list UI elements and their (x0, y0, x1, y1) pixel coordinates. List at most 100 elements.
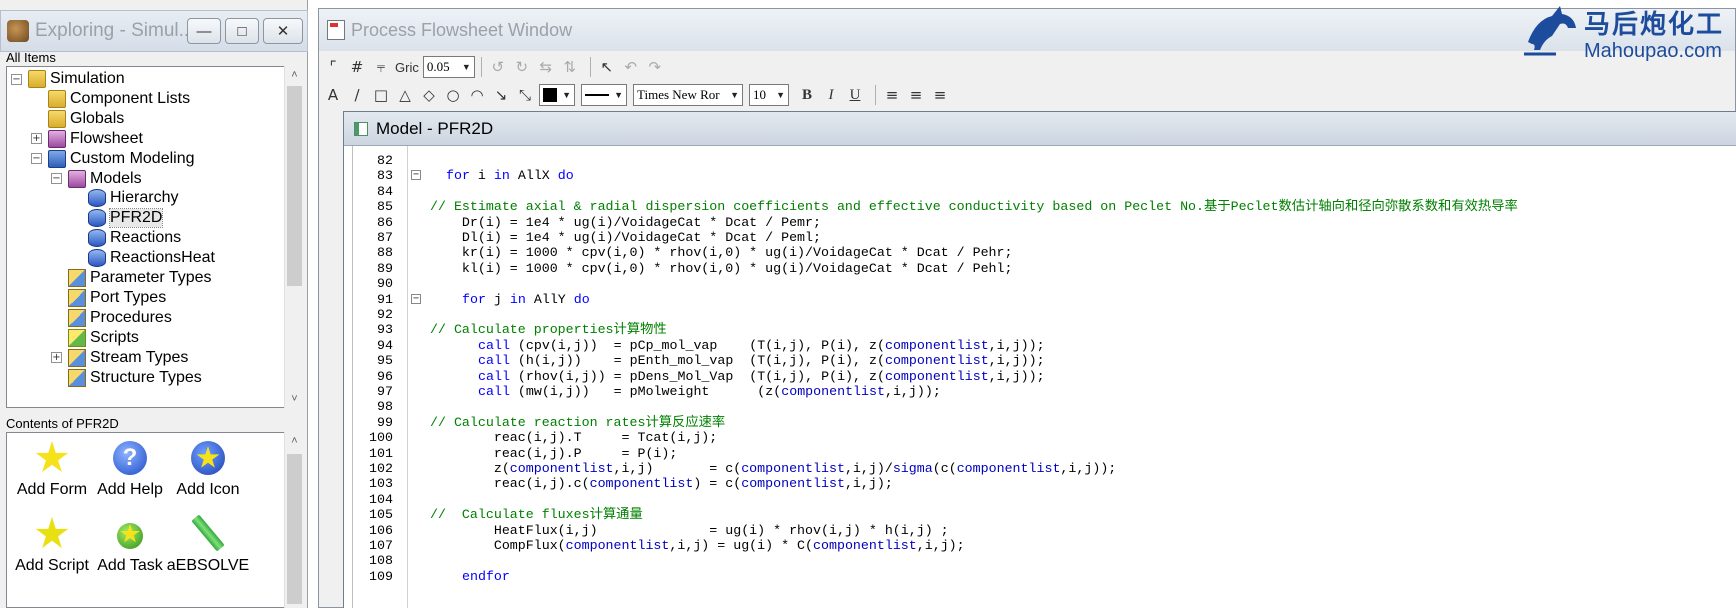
redo-icon[interactable]: ↷ (645, 57, 665, 77)
model-icon (88, 229, 106, 248)
snap-grid-icon[interactable]: ⫧ (371, 57, 391, 77)
pointer-icon[interactable]: ↖ (597, 57, 617, 77)
model-title-bar[interactable]: Model - PFR2D (344, 112, 1736, 146)
polygon-tool-icon[interactable]: △ (395, 85, 415, 105)
tree-item[interactable]: Structure Types (51, 367, 202, 389)
text-tool-icon[interactable]: A (323, 85, 343, 105)
collapse-icon[interactable]: − (51, 173, 62, 184)
fill-color-select[interactable]: ▼ (539, 84, 575, 106)
explorer-tree[interactable]: − Simulation Component Lists Globals + Flowsh… (6, 66, 304, 408)
tree-item[interactable]: − Simulation (11, 68, 125, 90)
underline-button[interactable]: U (845, 85, 865, 105)
contents-scroll-up-icon[interactable]: ˄ (285, 432, 304, 450)
fold-toggle-icon[interactable]: − (411, 170, 421, 181)
contents-tool[interactable]: Add Task (85, 515, 175, 575)
tree-item[interactable]: Procedures (51, 307, 172, 329)
tree-item[interactable]: ReactionsHeat (71, 247, 215, 269)
contents-tool[interactable]: ? Add Help (85, 439, 175, 499)
scroll-up-arrow-icon[interactable]: ˄ (285, 66, 304, 84)
add-form-icon (33, 439, 71, 477)
tree-scroll-thumb[interactable] (287, 86, 302, 286)
expand-icon[interactable]: + (51, 352, 62, 364)
line-style-select[interactable]: ▼ (581, 84, 627, 106)
tree-item[interactable]: PFR2D (71, 207, 164, 229)
tree-item[interactable]: Component Lists (31, 88, 190, 110)
grid-icon[interactable]: # (347, 57, 367, 77)
rotate-left-icon[interactable]: ↺ (488, 57, 508, 77)
model-icon (88, 189, 106, 208)
tree-item[interactable]: Port Types (51, 287, 166, 309)
custom-modeling-icon (48, 149, 66, 168)
process-flowsheet-window: Process Flowsheet Window ⌜ # ⫧ Gric 0.05… (318, 8, 1736, 608)
close-button[interactable]: ✕ (263, 18, 303, 44)
tool-label: Add Script (15, 557, 89, 574)
contents-scroll-thumb[interactable] (287, 454, 302, 604)
rotate-right-icon[interactable]: ↻ (512, 57, 532, 77)
tree-scrollbar[interactable]: ˄ ˅ (284, 66, 304, 408)
tree-item-label: Models (90, 169, 142, 187)
undo-icon[interactable]: ↶ (621, 57, 641, 77)
arc-tool-icon[interactable]: ◠ (467, 85, 487, 105)
contents-tool[interactable]: aEBSOLVE (163, 514, 253, 575)
tree-item[interactable]: − Models (51, 168, 142, 190)
minimize-button[interactable]: — (187, 18, 221, 44)
tree-item-label: Parameter Types (90, 269, 212, 286)
mahoupao-logo: 马后炮化工 Mahoupao.com (1514, 0, 1736, 66)
tree-item-label: PFR2D (108, 208, 164, 229)
tree-item[interactable]: + Flowsheet (31, 128, 143, 150)
logo-english-text: Mahoupao.com (1584, 40, 1722, 62)
add-script-icon (33, 515, 71, 553)
tree-item[interactable]: Parameter Types (51, 267, 212, 289)
horse-logo-icon (1524, 6, 1576, 56)
italic-button[interactable]: I (821, 85, 841, 105)
align-right-icon[interactable]: ≡ (930, 85, 950, 105)
tree-item-label: Component Lists (70, 89, 191, 107)
align-left-icon[interactable]: ≡ (882, 85, 902, 105)
flip-vertical-icon[interactable]: ⇅ (560, 57, 580, 77)
fold-toggle-icon[interactable]: − (411, 293, 421, 304)
rectangle-tool-icon[interactable]: □ (371, 85, 391, 105)
type-icon (68, 308, 86, 327)
tree-item[interactable]: Globals (31, 108, 124, 130)
font-size-select[interactable]: 10 ▼ (749, 84, 789, 106)
grid-size-select[interactable]: 0.05 ▼ (422, 56, 475, 78)
type-icon (68, 368, 86, 387)
type-icon (68, 288, 86, 307)
contents-scrollbar[interactable]: ˄ (284, 432, 304, 608)
contents-tool[interactable]: Add Form (7, 439, 97, 499)
tree-item-label: Reactions (110, 229, 182, 247)
tool-label: Add Icon (176, 481, 240, 498)
polyline-tool-icon[interactable]: ◇ (419, 85, 439, 105)
line-number: 109 (369, 568, 393, 584)
all-items-label: All Items (6, 50, 56, 65)
tree-item[interactable]: − Custom Modeling (31, 148, 195, 170)
contents-tool[interactable]: Add Icon (163, 439, 253, 499)
code-line[interactable]: 109 endfor (353, 568, 1736, 585)
tree-item[interactable]: Hierarchy (71, 187, 178, 209)
arrow-tool-icon[interactable]: ↘ (491, 85, 511, 105)
ellipse-tool-icon[interactable]: ○ (443, 85, 463, 105)
font-name-select[interactable]: Times New Ror ▼ (633, 84, 743, 106)
tool-label: aEBSOLVE (166, 557, 250, 574)
bold-button[interactable]: B (797, 85, 817, 105)
flip-horizontal-icon[interactable]: ⇆ (536, 57, 556, 77)
tree-item[interactable]: Reactions (71, 227, 181, 249)
tree-item-label: Scripts (90, 328, 139, 346)
collapse-icon[interactable]: − (31, 153, 42, 165)
maximize-button[interactable]: □ (225, 18, 259, 44)
explorer-title-bar[interactable]: Exploring - Simul... — □ ✕ (0, 10, 308, 52)
scroll-down-arrow-icon[interactable]: ˅ (285, 390, 304, 408)
expand-icon[interactable]: + (31, 133, 42, 145)
code-editor[interactable]: 82 83− for i in AllX do 84 85// Estimate axi… (352, 146, 1736, 608)
collapse-icon[interactable]: − (11, 73, 22, 85)
contents-pane: Add Form? Add Help Add Icon Add Script Add T… (6, 432, 304, 608)
tree-item[interactable]: Scripts (51, 327, 139, 349)
snap-corner-icon[interactable]: ⌜ (323, 57, 343, 77)
grid-label: Gric (395, 59, 419, 75)
connector-tool-icon[interactable]: ⤡ (515, 85, 535, 105)
tree-item[interactable]: + Stream Types (51, 347, 188, 369)
line-tool-icon[interactable]: ∕ (347, 85, 367, 105)
tree-item-label: Structure Types (90, 368, 202, 386)
contents-tool[interactable]: Add Script (7, 515, 97, 575)
align-center-icon[interactable]: ≡ (906, 85, 926, 105)
